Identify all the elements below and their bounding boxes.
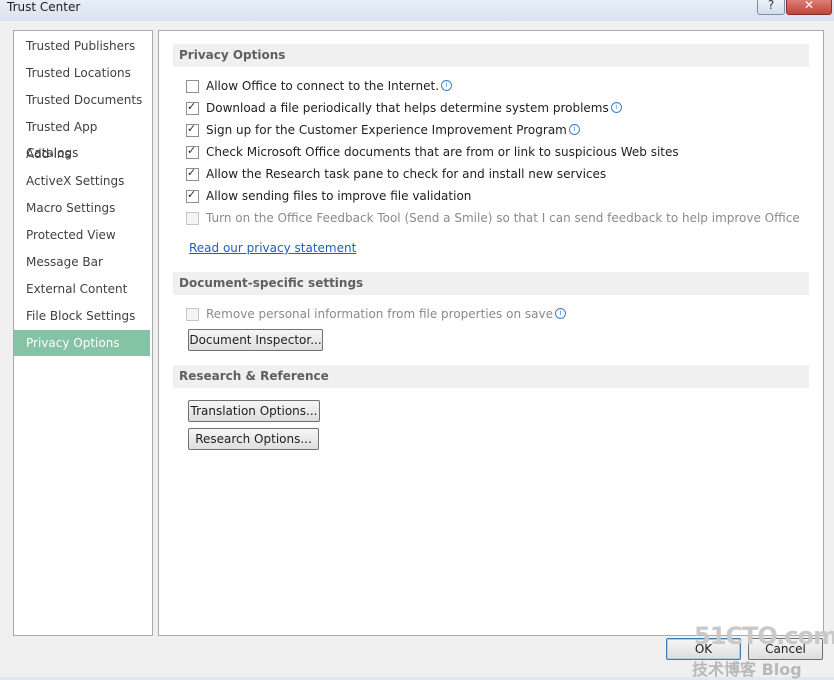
- nav-item-trusted-app-catalogs[interactable]: Trusted App Catalogs: [14, 114, 150, 160]
- watermark-logo: 51CTO.com: [694, 622, 834, 650]
- option-label: Check Microsoft Office documents that ar…: [206, 145, 679, 159]
- close-button[interactable]: ✕: [786, 0, 832, 15]
- checkbox-connect-internet[interactable]: [186, 79, 199, 93]
- window-title: Trust Center: [7, 0, 81, 14]
- checkbox-download-diagnostics[interactable]: [186, 100, 199, 115]
- option-check-suspicious-sites[interactable]: Check Microsoft Office documents that ar…: [186, 143, 679, 161]
- option-file-validation[interactable]: Allow sending files to improve file vali…: [186, 187, 471, 205]
- option-label: Sign up for the Customer Experience Impr…: [206, 123, 567, 137]
- nav-item-trusted-documents[interactable]: Trusted Documents: [14, 87, 150, 113]
- checkbox-feedback-tool: [186, 211, 199, 225]
- help-button[interactable]: ?: [757, 0, 785, 15]
- option-label: Allow Office to connect to the Internet.: [206, 79, 440, 93]
- nav-item-add-ins[interactable]: Add-ins: [14, 141, 150, 167]
- nav-item-trusted-publishers[interactable]: Trusted Publishers: [14, 33, 150, 59]
- privacy-options-header: Privacy Options: [173, 44, 809, 67]
- info-icon: i: [568, 123, 580, 135]
- nav-item-external-content[interactable]: External Content: [14, 276, 150, 302]
- option-label: Remove personal information from file pr…: [206, 307, 553, 321]
- translation-options-button[interactable]: Translation Options...: [188, 400, 320, 422]
- nav-item-trusted-locations[interactable]: Trusted Locations: [14, 60, 150, 86]
- nav-item-message-bar[interactable]: Message Bar: [14, 249, 150, 275]
- nav-item-activex-settings[interactable]: ActiveX Settings: [14, 168, 150, 194]
- nav-item-file-block-settings[interactable]: File Block Settings: [14, 303, 150, 329]
- option-download-diagnostics[interactable]: Download a file periodically that helps …: [186, 99, 622, 117]
- privacy-statement-link[interactable]: Read our privacy statement: [189, 241, 356, 255]
- option-feedback-tool: Turn on the Office Feedback Tool (Send a…: [186, 209, 800, 227]
- watermark-subtitle: 技术博客 Blog: [692, 660, 802, 679]
- title-bar: Trust Center ? ✕: [0, 0, 834, 21]
- checkbox-remove-personal-info: [186, 307, 199, 321]
- option-label: Allow sending files to improve file vali…: [206, 189, 472, 203]
- nav-item-macro-settings[interactable]: Macro Settings: [14, 195, 150, 221]
- checkbox-check-suspicious-sites[interactable]: [186, 144, 199, 159]
- info-icon: i: [610, 101, 622, 113]
- document-inspector-button[interactable]: Document Inspector...: [188, 329, 323, 351]
- option-label: Allow the Research task pane to check fo…: [206, 167, 607, 181]
- document-specific-header: Document-specific settings: [173, 272, 809, 295]
- checkbox-research-pane-services[interactable]: [186, 166, 199, 181]
- checkbox-ceip[interactable]: [186, 122, 199, 137]
- dialog-body: Trusted Publishers Trusted Locations Tru…: [0, 21, 834, 679]
- research-options-button[interactable]: Research Options...: [188, 428, 319, 450]
- research-reference-header: Research & Reference: [173, 365, 809, 388]
- option-connect-internet[interactable]: Allow Office to connect to the Internet.…: [186, 77, 453, 95]
- option-ceip[interactable]: Sign up for the Customer Experience Impr…: [186, 121, 580, 139]
- nav-item-privacy-options[interactable]: Privacy Options: [14, 330, 150, 356]
- info-icon: i: [441, 79, 453, 91]
- option-remove-personal-info: Remove personal information from file pr…: [186, 305, 566, 323]
- nav-item-protected-view[interactable]: Protected View: [14, 222, 150, 248]
- info-icon: i: [554, 307, 566, 319]
- option-research-pane-services[interactable]: Allow the Research task pane to check fo…: [186, 165, 606, 183]
- option-label: Turn on the Office Feedback Tool (Send a…: [206, 211, 800, 225]
- category-nav: Trusted Publishers Trusted Locations Tru…: [13, 30, 153, 636]
- settings-panel: Privacy Options Allow Office to connect …: [158, 30, 824, 636]
- option-label: Download a file periodically that helps …: [206, 101, 609, 115]
- checkbox-file-validation[interactable]: [186, 188, 199, 203]
